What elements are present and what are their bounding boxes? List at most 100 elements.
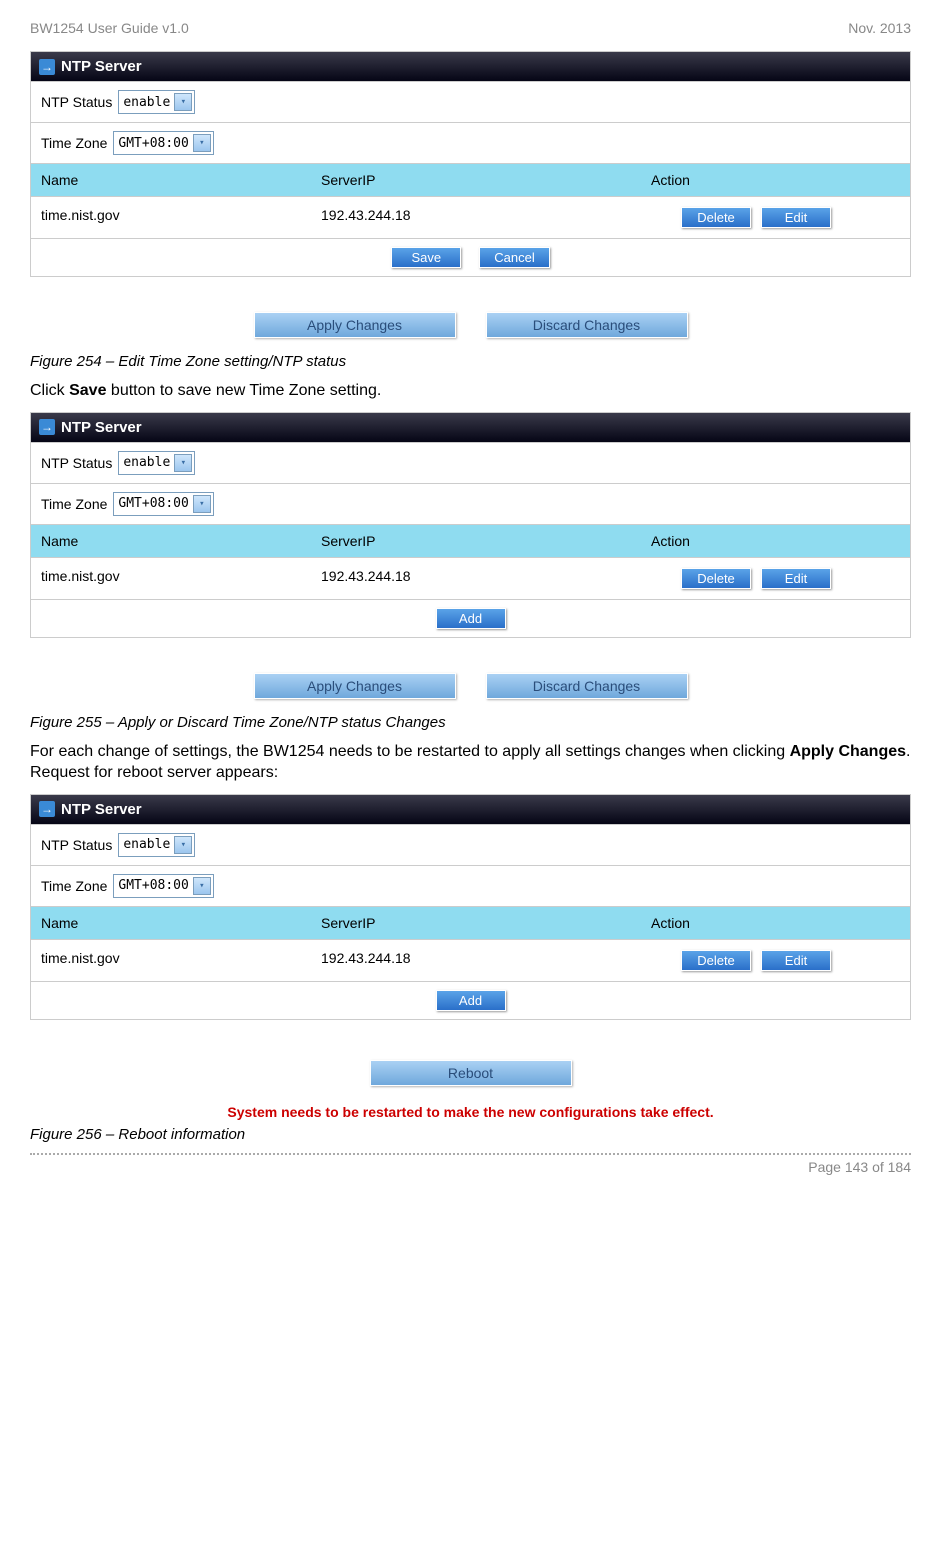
col-ip: ServerIP (311, 907, 641, 939)
edit-button[interactable]: Edit (761, 568, 831, 589)
chevron-down-icon: ▾ (174, 454, 192, 472)
cancel-button[interactable]: Cancel (479, 247, 549, 268)
p1-c: button to save new Time Zone setting. (106, 382, 381, 399)
table-row: time.nist.gov 192.43.244.18 Delete Edit (31, 557, 910, 599)
ntp-status-value: enable (123, 455, 170, 470)
changes-row-1: Apply Changes Discard Changes (30, 312, 911, 338)
panel-header: → NTP Server (31, 52, 910, 81)
arrow-right-icon: → (39, 419, 55, 435)
time-zone-select[interactable]: GMT+08:00 ▾ (113, 874, 213, 898)
ntp-status-value: enable (123, 95, 170, 110)
arrow-right-icon: → (39, 59, 55, 75)
panel-title: NTP Server (61, 419, 142, 436)
arrow-right-icon: → (39, 801, 55, 817)
table-row: time.nist.gov 192.43.244.18 Delete Edit (31, 939, 910, 981)
delete-button[interactable]: Delete (681, 207, 751, 228)
delete-button[interactable]: Delete (681, 950, 751, 971)
ntp-status-label: NTP Status (41, 837, 112, 853)
figure-254-caption: Figure 254 – Edit Time Zone setting/NTP … (30, 353, 911, 370)
page-footer: Page 143 of 184 (30, 1153, 911, 1175)
col-name: Name (31, 525, 311, 557)
ntp-status-select[interactable]: enable ▾ (118, 90, 195, 114)
reboot-button[interactable]: Reboot (370, 1060, 572, 1086)
ntp-panel-edit: → NTP Server NTP Status enable ▾ Time Zo… (30, 51, 911, 277)
p1-b: Save (69, 382, 106, 399)
page-header: BW1254 User Guide v1.0 Nov. 2013 (30, 20, 911, 36)
col-ip: ServerIP (311, 164, 641, 196)
p2-b: Apply Changes (790, 743, 906, 760)
chevron-down-icon: ▾ (174, 836, 192, 854)
ntp-status-label: NTP Status (41, 94, 112, 110)
p2-a: For each change of settings, the BW1254 … (30, 743, 790, 760)
time-zone-row: Time Zone GMT+08:00 ▾ (31, 122, 910, 163)
discard-changes-button[interactable]: Discard Changes (486, 312, 688, 338)
chevron-down-icon: ▾ (193, 495, 211, 513)
ntp-status-row: NTP Status enable ▾ (31, 442, 910, 483)
figure-256-caption: Figure 256 – Reboot information (30, 1126, 911, 1143)
time-zone-row: Time Zone GMT+08:00 ▾ (31, 865, 910, 906)
table-header: Name ServerIP Action (31, 906, 910, 939)
cell-name: time.nist.gov (31, 558, 311, 599)
save-button[interactable]: Save (391, 247, 461, 268)
ntp-status-select[interactable]: enable ▾ (118, 451, 195, 475)
apply-changes-button[interactable]: Apply Changes (254, 673, 456, 699)
delete-button[interactable]: Delete (681, 568, 751, 589)
add-button[interactable]: Add (436, 990, 506, 1011)
cell-ip: 192.43.244.18 (311, 197, 641, 238)
paragraph-save: Click Save button to save new Time Zone … (30, 380, 911, 402)
cell-action: Delete Edit (641, 940, 910, 981)
cell-ip: 192.43.244.18 (311, 940, 641, 981)
col-action: Action (641, 164, 910, 196)
time-zone-label: Time Zone (41, 496, 107, 512)
ntp-panel-reboot: → NTP Server NTP Status enable ▾ Time Zo… (30, 794, 911, 1020)
add-row: Add (31, 981, 910, 1019)
add-row: Add (31, 599, 910, 637)
col-action: Action (641, 525, 910, 557)
paragraph-apply: For each change of settings, the BW1254 … (30, 741, 911, 784)
time-zone-label: Time Zone (41, 135, 107, 151)
page-number: Page 143 of 184 (808, 1159, 911, 1175)
time-zone-label: Time Zone (41, 878, 107, 894)
panel-header: → NTP Server (31, 795, 910, 824)
header-left: BW1254 User Guide v1.0 (30, 20, 189, 36)
ntp-status-row: NTP Status enable ▾ (31, 824, 910, 865)
discard-changes-button[interactable]: Discard Changes (486, 673, 688, 699)
ntp-status-value: enable (123, 837, 170, 852)
edit-button[interactable]: Edit (761, 207, 831, 228)
panel-header: → NTP Server (31, 413, 910, 442)
chevron-down-icon: ▾ (193, 877, 211, 895)
p1-a: Click (30, 382, 69, 399)
add-button[interactable]: Add (436, 608, 506, 629)
changes-row-2: Apply Changes Discard Changes (30, 673, 911, 699)
save-cancel-row: Save Cancel (31, 238, 910, 276)
panel-title: NTP Server (61, 58, 142, 75)
panel-title: NTP Server (61, 801, 142, 818)
apply-changes-button[interactable]: Apply Changes (254, 312, 456, 338)
time-zone-row: Time Zone GMT+08:00 ▾ (31, 483, 910, 524)
chevron-down-icon: ▾ (174, 93, 192, 111)
col-name: Name (31, 164, 311, 196)
time-zone-value: GMT+08:00 (118, 136, 188, 151)
time-zone-select[interactable]: GMT+08:00 ▾ (113, 131, 213, 155)
cell-action: Delete Edit (641, 558, 910, 599)
table-header: Name ServerIP Action (31, 524, 910, 557)
time-zone-value: GMT+08:00 (118, 878, 188, 893)
reboot-row: Reboot (30, 1060, 911, 1086)
edit-button[interactable]: Edit (761, 950, 831, 971)
chevron-down-icon: ▾ (193, 134, 211, 152)
table-row: time.nist.gov 192.43.244.18 Delete Edit (31, 196, 910, 238)
table-header: Name ServerIP Action (31, 163, 910, 196)
ntp-panel-apply: → NTP Server NTP Status enable ▾ Time Zo… (30, 412, 911, 638)
time-zone-select[interactable]: GMT+08:00 ▾ (113, 492, 213, 516)
cell-ip: 192.43.244.18 (311, 558, 641, 599)
col-name: Name (31, 907, 311, 939)
figure-255-caption: Figure 255 – Apply or Discard Time Zone/… (30, 714, 911, 731)
col-action: Action (641, 907, 910, 939)
header-right: Nov. 2013 (848, 20, 911, 36)
cell-action: Delete Edit (641, 197, 910, 238)
ntp-status-row: NTP Status enable ▾ (31, 81, 910, 122)
ntp-status-select[interactable]: enable ▾ (118, 833, 195, 857)
ntp-status-label: NTP Status (41, 455, 112, 471)
cell-name: time.nist.gov (31, 197, 311, 238)
cell-name: time.nist.gov (31, 940, 311, 981)
